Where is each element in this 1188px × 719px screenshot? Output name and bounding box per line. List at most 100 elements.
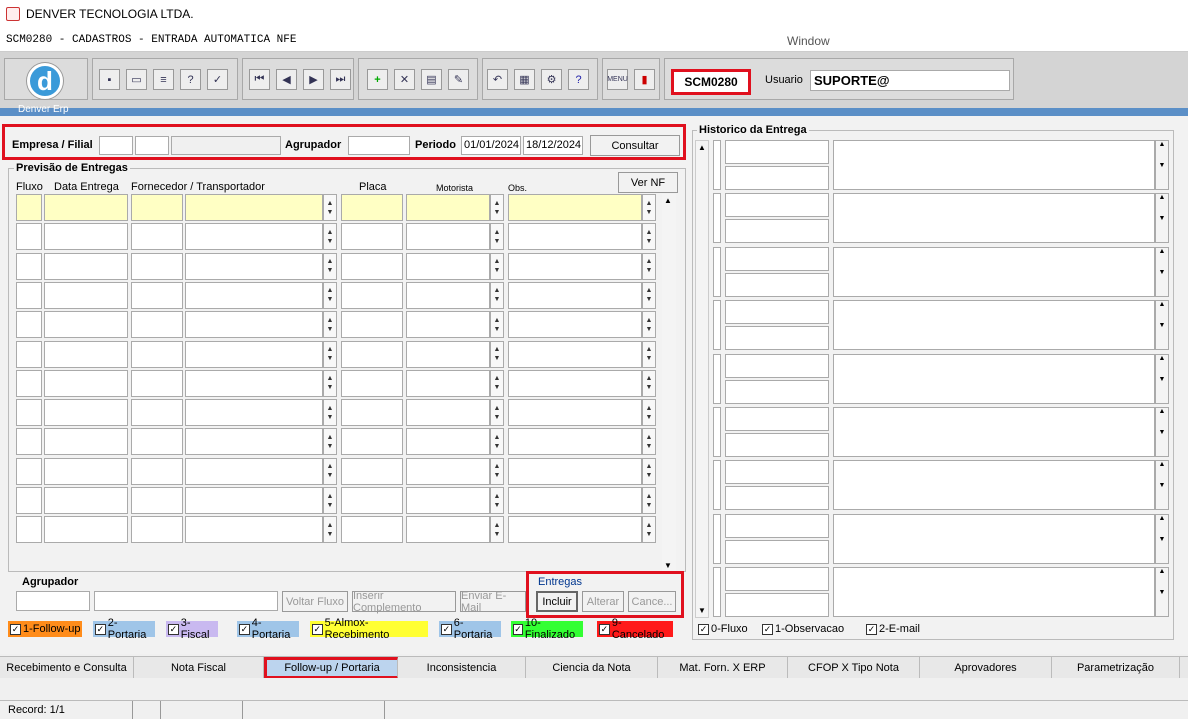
spin-arrows-icon[interactable]: ▲ ▼ <box>490 281 504 309</box>
grid-cell[interactable] <box>16 194 42 221</box>
grid-cell[interactable] <box>44 428 128 456</box>
spin-arrows-icon[interactable]: ▲ ▼ <box>490 252 504 280</box>
hist-field-b[interactable] <box>725 166 829 190</box>
grid-cell[interactable] <box>185 311 323 339</box>
cancelar-button[interactable]: Cance... <box>628 591 676 612</box>
hist-field-b[interactable] <box>725 272 829 297</box>
spin-arrows-icon[interactable]: ▲ ▼ <box>642 194 656 221</box>
grid-cell[interactable] <box>44 223 128 251</box>
spin-arrows-icon[interactable]: ▲ ▼ <box>642 223 656 251</box>
hist-scroll-icon[interactable]: ▲ ▼ <box>1155 407 1169 457</box>
spin-arrows-icon[interactable]: ▲ ▼ <box>323 311 337 339</box>
grid-cell[interactable] <box>185 252 323 280</box>
hist-text[interactable] <box>833 407 1155 457</box>
grid-cell[interactable] <box>16 223 42 251</box>
grid-cell[interactable] <box>341 399 403 427</box>
tab-nota-fiscal[interactable]: Nota Fiscal <box>134 657 264 679</box>
checkbox-icon[interactable]: ✓ <box>698 623 709 635</box>
grid-cell[interactable] <box>508 399 642 427</box>
hist-field-b[interactable] <box>725 433 829 457</box>
spin-arrows-icon[interactable]: ▲ ▼ <box>642 457 656 485</box>
legend-item[interactable]: ✓ 9-Cancelado <box>597 617 673 641</box>
grid-cell[interactable] <box>16 252 42 280</box>
legend-item[interactable]: ✓ 10-Finalizado <box>511 617 583 641</box>
hist-text[interactable] <box>833 246 1155 297</box>
grid-cell[interactable] <box>341 311 403 339</box>
grid-cell[interactable] <box>185 369 323 397</box>
grid-cell[interactable] <box>341 369 403 397</box>
first-record-icon[interactable]: ⏮ <box>249 69 270 90</box>
grid-cell[interactable] <box>185 340 323 368</box>
spin-arrows-icon[interactable]: ▲ ▼ <box>490 487 504 514</box>
hist-field-b[interactable] <box>725 219 829 244</box>
grid-cell[interactable] <box>508 369 642 397</box>
grid-cell[interactable] <box>131 194 183 221</box>
edit-icon[interactable]: ✎ <box>448 69 469 90</box>
grid-cell[interactable] <box>341 457 403 485</box>
spin-arrows-icon[interactable]: ▲ ▼ <box>490 340 504 368</box>
grid-cell[interactable] <box>406 428 490 456</box>
grid-cell[interactable] <box>131 311 183 339</box>
grid-cell[interactable] <box>44 399 128 427</box>
hist-scroll-icon[interactable]: ▲ ▼ <box>1155 513 1169 564</box>
grid-cell[interactable] <box>131 281 183 309</box>
checkbox-icon[interactable]: ✓ <box>10 623 21 635</box>
grid-cell[interactable] <box>44 252 128 280</box>
checkbox-icon[interactable]: ✓ <box>513 623 523 635</box>
tab-follow-up[interactable]: Follow-up / Portaria <box>264 657 398 679</box>
grid-cell[interactable] <box>406 252 490 280</box>
empresa-field[interactable] <box>99 136 133 155</box>
grid-cell[interactable] <box>508 487 642 514</box>
filial-field[interactable] <box>135 136 169 155</box>
grid-cell[interactable] <box>508 311 642 339</box>
hist-field-b[interactable] <box>725 539 829 564</box>
scroll-down-icon[interactable]: ▼ <box>664 561 672 570</box>
grid-cell[interactable] <box>341 428 403 456</box>
grid-cell[interactable] <box>131 457 183 485</box>
grid-cell[interactable] <box>406 487 490 514</box>
grid-cell[interactable] <box>508 252 642 280</box>
checkbox-icon[interactable]: ✓ <box>866 623 877 635</box>
spin-arrows-icon[interactable]: ▲ ▼ <box>490 457 504 485</box>
grid-cell[interactable] <box>16 457 42 485</box>
execute-query-icon[interactable]: ✓ <box>207 69 228 90</box>
spin-arrows-icon[interactable]: ▲ ▼ <box>490 428 504 456</box>
hist-text[interactable] <box>833 193 1155 244</box>
legend-item[interactable]: ✓ 4-Portaria <box>237 617 299 641</box>
grid-cell[interactable] <box>131 340 183 368</box>
grid-cell[interactable] <box>341 252 403 280</box>
next-record-icon[interactable]: ▶ <box>303 69 324 90</box>
grid-cell[interactable] <box>406 194 490 221</box>
spin-arrows-icon[interactable]: ▲ ▼ <box>323 487 337 514</box>
grid-cell[interactable] <box>406 223 490 251</box>
hist-field-a[interactable] <box>725 407 829 431</box>
grid-cell[interactable] <box>406 399 490 427</box>
help-icon[interactable]: ? <box>568 69 589 90</box>
grid-cell[interactable] <box>341 223 403 251</box>
legend-item[interactable]: ✓ 1-Follow-up <box>8 621 82 637</box>
bottom-agrupador-field[interactable] <box>16 591 90 611</box>
query-icon[interactable]: ? <box>180 69 201 90</box>
enviar-email-button[interactable]: Enviar E-Mail <box>460 590 526 614</box>
window-icon[interactable]: ▭ <box>126 69 147 90</box>
historico-scrollbar[interactable]: ▲ ▼ <box>695 140 709 618</box>
grid-cell[interactable] <box>131 223 183 251</box>
hist-field-a[interactable] <box>725 140 829 164</box>
hist-field-b[interactable] <box>725 379 829 404</box>
hist-scroll-icon[interactable]: ▲ ▼ <box>1155 567 1169 618</box>
grid-cell[interactable] <box>341 194 403 221</box>
grid-cell[interactable] <box>185 516 323 544</box>
hist-field-a[interactable] <box>725 513 829 538</box>
hist-scroll-down-icon[interactable]: ▼ <box>698 606 706 615</box>
spin-arrows-icon[interactable]: ▲ ▼ <box>642 281 656 309</box>
grid-cell[interactable] <box>508 516 642 544</box>
spin-arrows-icon[interactable]: ▲ ▼ <box>642 252 656 280</box>
grid-cell[interactable] <box>16 369 42 397</box>
grid-cell[interactable] <box>16 311 42 339</box>
checkbox-icon[interactable]: ✓ <box>95 623 106 635</box>
checkbox-icon[interactable]: ✓ <box>441 623 452 635</box>
spin-arrows-icon[interactable]: ▲ ▼ <box>323 340 337 368</box>
tab-ciencia[interactable]: Ciencia da Nota <box>526 657 658 679</box>
spin-arrows-icon[interactable]: ▲ ▼ <box>642 516 656 544</box>
check-observacao[interactable]: ✓ 1-Observacao <box>760 621 844 637</box>
